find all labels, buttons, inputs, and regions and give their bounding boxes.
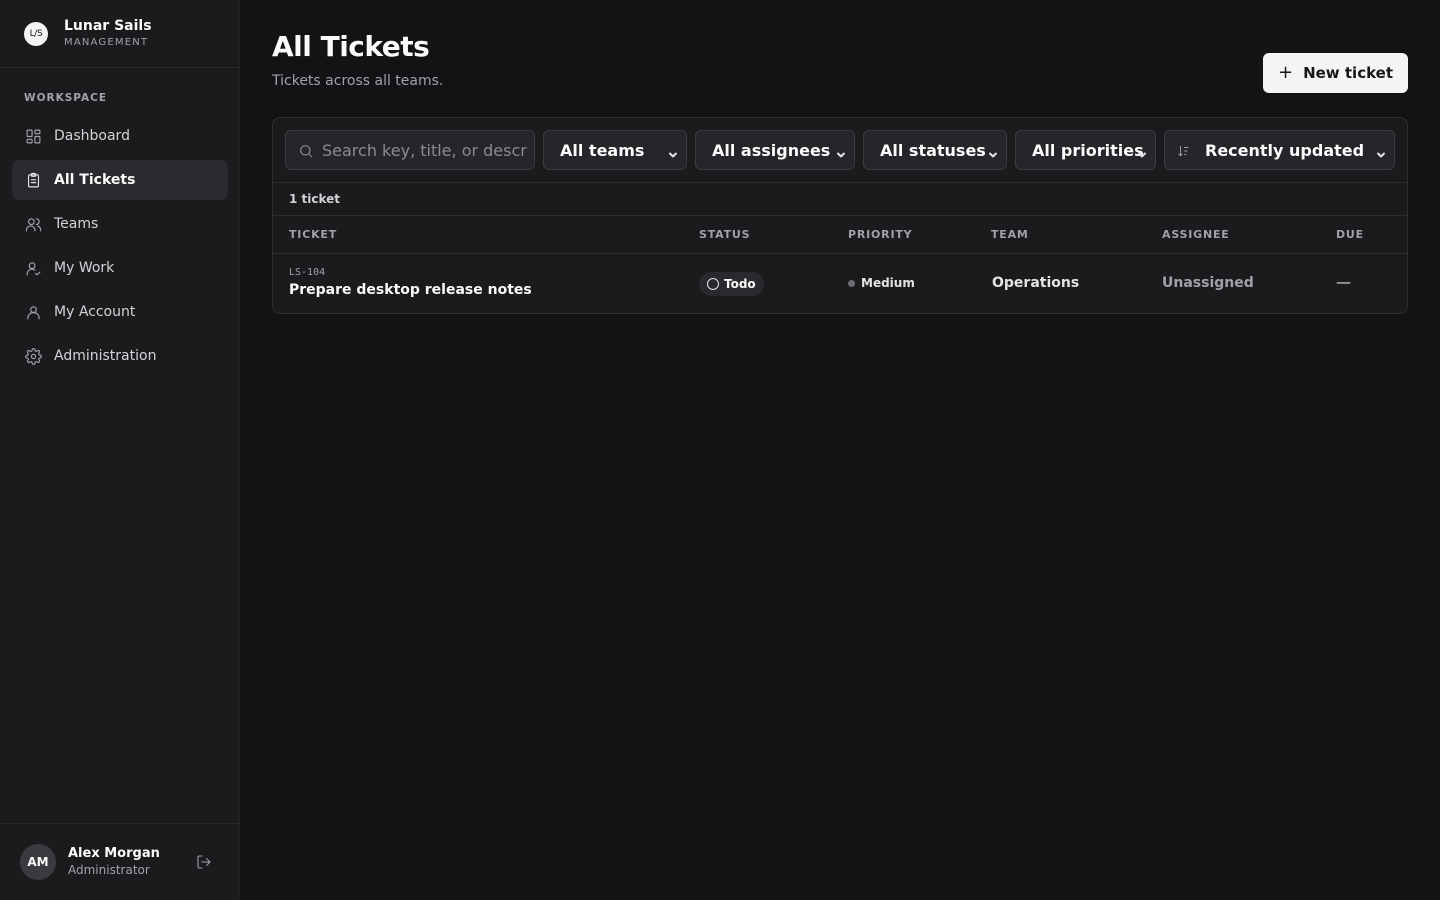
sidebar-item-teams[interactable]: Teams [12, 204, 228, 244]
sidebar-nav: Dashboard All Tickets Teams My Work My A… [12, 116, 228, 380]
chevron-down-icon [1137, 145, 1147, 158]
user-check-icon [24, 259, 42, 277]
status-filter-select[interactable]: All statuses [863, 130, 1007, 170]
column-header-priority[interactable]: PRIORITY [848, 228, 912, 241]
priority-indicator: Medium [848, 276, 915, 290]
sidebar-item-dashboard[interactable]: Dashboard [12, 116, 228, 156]
sidebar-item-all-tickets[interactable]: All Tickets [12, 160, 228, 200]
status-label: Todo [724, 277, 756, 291]
logout-icon[interactable] [196, 854, 214, 872]
ticket-count: 1 ticket [273, 182, 1407, 216]
sort-select[interactable]: Recently updated [1164, 130, 1395, 170]
column-header-assignee[interactable]: ASSIGNEE [1162, 228, 1230, 241]
sidebar: L/S Lunar Sails MANAGEMENT WORKSPACE Das… [0, 0, 240, 900]
team-filter-select[interactable]: All teams [543, 130, 687, 170]
table-header: TICKET STATUS PRIORITY TEAM ASSIGNEE DUE [273, 216, 1407, 254]
workspace-section-label: WORKSPACE [24, 92, 108, 104]
plus-icon: + [1277, 62, 1294, 83]
user-icon [24, 303, 42, 321]
chevron-down-icon [668, 145, 678, 158]
status-badge: Todo [699, 272, 764, 296]
sidebar-item-my-account[interactable]: My Account [12, 292, 228, 332]
sidebar-item-label: All Tickets [54, 172, 136, 188]
sidebar-item-label: Dashboard [54, 128, 130, 144]
ticket-title[interactable]: Prepare desktop release notes [289, 282, 532, 298]
table-row[interactable]: LS-104 Prepare desktop release notes Tod… [273, 254, 1407, 313]
assignee-cell: Unassigned [1162, 275, 1254, 291]
assignee-filter-value: All assignees [712, 140, 831, 160]
page-subtitle: Tickets across all teams. [272, 73, 444, 89]
user-profile: AM Alex Morgan Administrator [0, 823, 240, 900]
chevron-down-icon [988, 145, 998, 158]
priority-filter-value: All priorities [1032, 140, 1144, 160]
priority-dot-icon [848, 279, 855, 287]
priority-label: Medium [861, 276, 915, 290]
sidebar-item-administration[interactable]: Administration [12, 336, 228, 376]
brand-logo: L/S [24, 21, 48, 46]
sort-icon [1177, 143, 1191, 157]
user-role: Administrator [68, 863, 150, 877]
team-cell: Operations [992, 275, 1080, 291]
column-header-ticket[interactable]: TICKET [289, 228, 337, 241]
ticket-key: LS-104 [289, 267, 326, 278]
status-filter-value: All statuses [880, 140, 986, 160]
dashboard-icon [24, 127, 42, 145]
sort-value: Recently updated [1205, 140, 1365, 160]
priority-filter-select[interactable]: All priorities [1015, 130, 1156, 170]
tickets-panel: All teams All assignees All statuses All… [272, 117, 1408, 314]
search-field[interactable] [285, 130, 535, 170]
brand-subtitle: MANAGEMENT [64, 36, 149, 48]
user-name: Alex Morgan [68, 846, 160, 861]
team-filter-value: All teams [560, 140, 645, 160]
column-header-team[interactable]: TEAM [991, 228, 1029, 241]
circle-icon [707, 278, 719, 290]
sidebar-item-label: My Account [54, 304, 136, 320]
column-header-due[interactable]: DUE [1336, 228, 1364, 241]
new-ticket-button[interactable]: + New ticket [1263, 53, 1408, 93]
due-cell: — [1336, 273, 1351, 291]
sidebar-item-my-work[interactable]: My Work [12, 248, 228, 288]
gear-icon [24, 347, 42, 365]
assignee-filter-select[interactable]: All assignees [695, 130, 855, 170]
sidebar-item-label: Teams [54, 216, 99, 232]
brand-name: Lunar Sails [64, 17, 152, 34]
chevron-down-icon [836, 145, 846, 158]
sidebar-item-label: My Work [54, 260, 115, 276]
avatar[interactable]: AM [20, 844, 56, 880]
brand[interactable]: L/S Lunar Sails MANAGEMENT [0, 0, 239, 68]
column-header-status[interactable]: STATUS [699, 228, 750, 241]
search-icon [300, 145, 313, 158]
page-title: All Tickets [272, 30, 430, 63]
search-input[interactable] [322, 131, 528, 169]
sidebar-item-label: Administration [54, 348, 157, 364]
clipboard-icon [24, 171, 42, 189]
new-ticket-label: New ticket [1303, 64, 1394, 82]
users-icon [24, 215, 42, 233]
chevron-down-icon [1376, 145, 1386, 158]
